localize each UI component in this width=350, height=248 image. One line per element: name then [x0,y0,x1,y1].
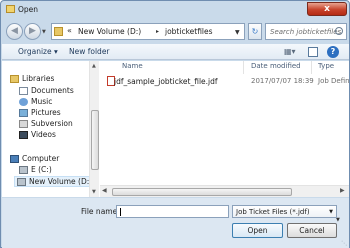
breadcrumb-new-volume[interactable]: New Volume (D:) [78,27,141,36]
text-caret [120,208,121,216]
window-title: Open [18,5,39,14]
column-divider[interactable] [243,61,244,74]
dialog-footer: File name: ▼ Job Ticket Files (*.jdf) ▼ … [2,198,349,248]
file-type-select[interactable]: Job Ticket Files (*.jdf) ▼ [232,205,337,218]
sidebar-item-pictures[interactable]: Pictures [19,108,61,117]
search-input[interactable]: Search jobticketfiles [270,28,341,36]
navigation-bar: ◀ ▶ ▼ « New Volume (D:) ▸ jobticketfiles… [5,22,347,42]
file-type-value: Job Ticket Files (*.jdf) [236,208,310,216]
open-dialog: Open x ◀ ▶ ▼ « New Volume (D:) ▸ jobtick… [0,0,350,248]
sidebar-item-music[interactable]: Music [19,97,52,106]
scrollbar-thumb[interactable] [91,110,99,170]
sidebar-item-label: Documents [31,86,74,95]
file-name: jdf_sample_jobticket_file.jdf [114,77,218,86]
breadcrumb-separator-icon[interactable]: ▸ [156,28,159,35]
sidebar-item-subversion[interactable]: Subversion [19,119,73,128]
address-bar[interactable]: « New Volume (D:) ▸ jobticketfiles ▼ [51,23,245,40]
title-bar[interactable]: Open x [1,1,349,19]
sidebar-item-e-drive[interactable]: E (C:) [19,165,52,174]
sidebar-item-new-volume[interactable]: New Volume (D:) [14,176,89,187]
subversion-icon [19,120,28,128]
file-name-label: File name: [81,207,120,216]
sidebar-item-label: Libraries [22,74,55,83]
sidebar-item-label: Subversion [31,119,73,128]
file-date: 2017/07/07 18:39 [251,77,314,85]
breadcrumb-jobticketfiles[interactable]: jobticketfiles [165,27,213,36]
sidebar-item-computer[interactable]: Computer [10,154,59,163]
sidebar-item-label: Pictures [31,108,61,117]
file-name-input[interactable]: ▼ [116,205,340,223]
horizontal-scrollbar[interactable]: ◀ ▶ [100,185,349,197]
folder-icon [6,5,15,13]
videos-icon [19,131,28,139]
sidebar-item-label: Music [31,97,53,106]
sidebar-scrollbar[interactable]: ▲ ▼ [89,61,99,197]
search-box[interactable]: Search jobticketfiles [265,23,347,40]
organize-button[interactable]: Organize ▾ [18,47,58,56]
chevron-down-icon: ▼ [329,209,333,215]
drive-icon [17,178,26,186]
open-button[interactable]: Open [232,223,283,238]
preview-pane-icon[interactable] [308,47,318,57]
sidebar-item-label: Videos [31,130,56,139]
sidebar-item-videos[interactable]: Videos [19,130,56,139]
sidebar-item-label: New Volume (D:) [29,177,89,186]
column-header-type[interactable]: Type [318,62,334,70]
drive-icon [19,166,28,174]
folder-icon [54,27,63,36]
file-type: Job Defini [318,77,349,85]
cancel-button[interactable]: Cancel [287,223,337,238]
close-button[interactable]: x [307,2,347,16]
content-area: Libraries Documents Music Pictures Subve… [2,61,349,197]
change-view-icon[interactable]: ▦▾ [284,47,298,57]
back-button[interactable]: ◀ [6,23,23,40]
documents-icon [19,87,28,95]
pictures-icon [19,109,28,117]
scroll-left-icon[interactable]: ◀ [102,187,107,194]
new-folder-button[interactable]: New folder [69,47,110,56]
scroll-down-icon[interactable]: ▼ [92,189,96,195]
file-list: ˄ Name Date modified Type jdf_sample_job… [100,61,349,185]
scroll-up-icon[interactable]: ▲ [92,63,96,69]
scroll-right-icon[interactable]: ▶ [340,187,345,194]
column-header-name[interactable]: Name [122,62,143,70]
column-divider[interactable] [311,61,312,74]
libraries-icon [10,75,19,83]
scrollbar-thumb[interactable] [112,188,292,196]
sidebar-item-label: Computer [22,154,60,163]
search-icon[interactable] [335,27,343,35]
sidebar-item-documents[interactable]: Documents [19,86,74,95]
resize-grip-icon[interactable]: ⋱ [341,240,347,247]
forward-button[interactable]: ▶ [24,23,41,40]
music-icon [19,98,28,106]
sidebar-item-label: E (C:) [31,165,52,174]
address-dropdown-icon[interactable]: ▼ [235,29,240,36]
overflow-chevron-icon[interactable]: « [67,26,72,35]
computer-icon [10,155,19,163]
navigation-pane: Libraries Documents Music Pictures Subve… [2,61,89,197]
help-icon[interactable]: ? [327,46,339,58]
recent-locations-icon[interactable]: ▼ [42,29,46,35]
sort-indicator-icon: ˄ [158,61,161,65]
command-bar: Organize ▾ New folder ▦▾ ? [2,44,349,60]
column-header-date-modified[interactable]: Date modified [251,62,301,70]
refresh-button[interactable]: ↻ [248,23,262,40]
sidebar-item-libraries[interactable]: Libraries [10,74,54,83]
